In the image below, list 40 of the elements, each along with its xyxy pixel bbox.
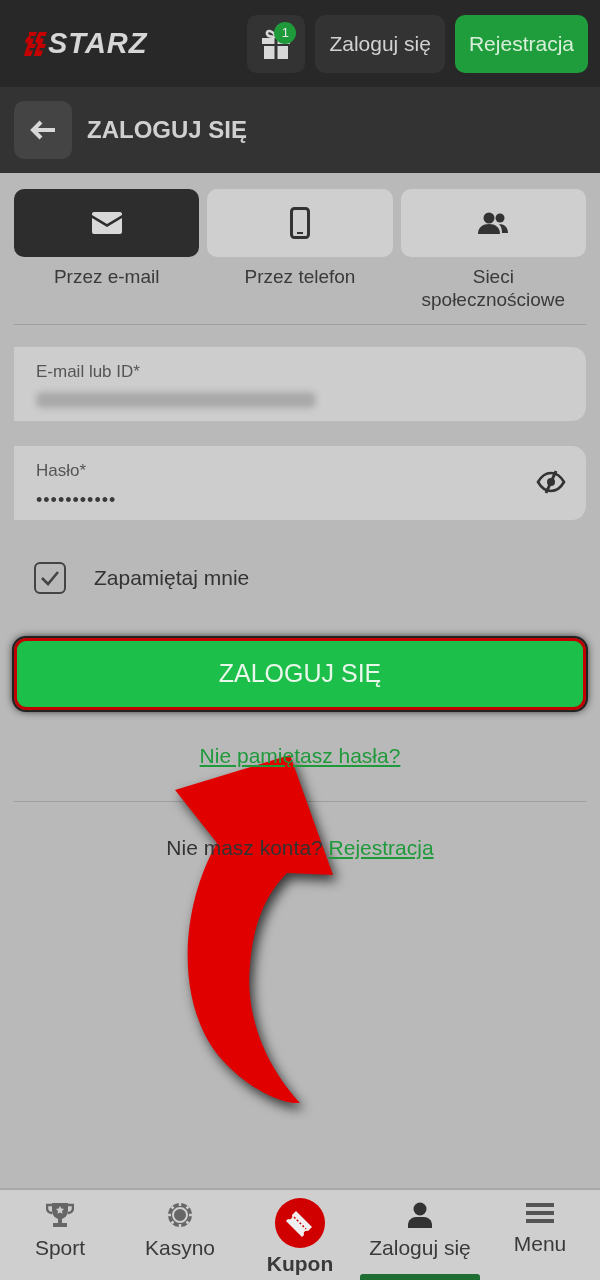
login-method-tab[interactable] [14,189,200,257]
field-value: ••••••••••• [36,489,118,513]
login-method-tab[interactable] [207,189,393,257]
nav-label: Menu [513,1231,567,1257]
nav-item[interactable]: Kupon [240,1190,360,1280]
nav-label: Kupon [266,1250,334,1277]
password-field[interactable]: Hasło* ••••••••••• [14,445,586,520]
remember-checkbox[interactable] [34,561,66,594]
nav-label: Zaloguj się [369,1235,471,1261]
tab-label: Przez telefon [244,266,356,289]
tab-label: Sieci społecznościowe [420,266,567,312]
field-label: Hasło* [36,459,87,482]
nav-item[interactable]: Zaloguj się [360,1190,480,1280]
ticket-icon [286,1208,314,1237]
check-icon [40,569,60,586]
login-button[interactable]: Zaloguj się [315,14,445,73]
tab-label: Przez e-mail [53,266,160,289]
back-button[interactable] [14,101,72,159]
logo-mark-icon [24,31,48,56]
nav-item[interactable]: Sport [0,1190,120,1280]
menu-icon [526,1202,554,1224]
notification-badge: 1 [274,21,297,44]
nav-label: Sport [34,1235,86,1261]
checkbox-label: Zapamiętaj mnie [94,564,250,591]
nav-item[interactable]: Menu [480,1190,600,1280]
chip-icon [167,1202,193,1228]
hidden-eye-icon[interactable] [536,470,566,495]
trophy-icon [46,1202,74,1228]
phone-icon [290,207,310,239]
page-title: ZALOGUJ SIĘ [87,115,248,145]
back-arrow-icon [30,120,56,140]
envelope-icon [91,212,122,234]
nav-item[interactable]: Kasyno [120,1190,240,1280]
field-label: E-mail lub ID* [36,360,140,383]
email-field[interactable]: E-mail lub ID* [14,346,586,421]
nav-label: Kasyno [144,1235,215,1261]
user-icon [408,1202,432,1228]
login-method-tab[interactable] [400,189,586,257]
users-icon [477,212,510,234]
logo-text: STARZ [48,25,148,61]
